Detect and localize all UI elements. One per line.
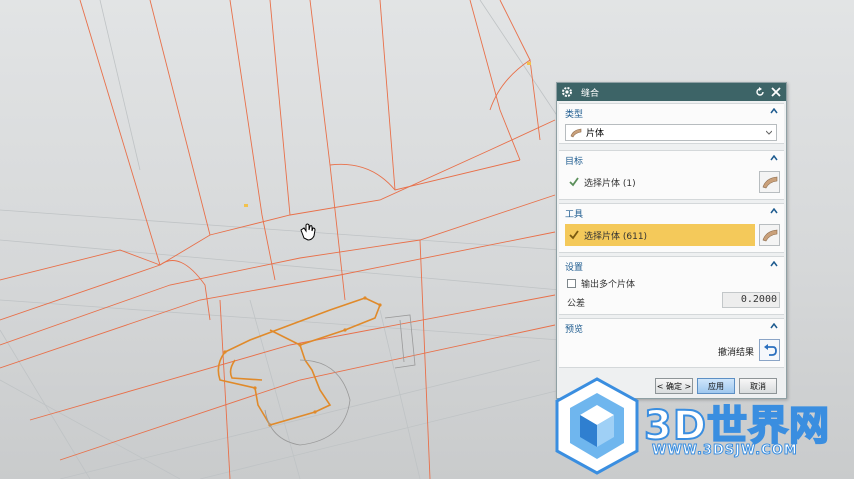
sheet-body-icon <box>762 176 777 189</box>
chevron-up-icon <box>770 323 778 329</box>
close-button[interactable] <box>770 85 782 98</box>
tool-pick-button[interactable] <box>759 224 780 246</box>
group-preview-header[interactable]: 预览 <box>559 319 784 337</box>
target-select-label: 选择片体 (1) <box>584 178 636 189</box>
group-settings-title: 设置 <box>565 263 584 273</box>
type-select[interactable]: 片体 <box>565 124 777 141</box>
type-select-value: 片体 <box>586 129 605 139</box>
check-icon <box>569 177 579 187</box>
gear-icon <box>562 87 572 97</box>
tolerance-label: 公差 <box>567 299 586 309</box>
group-tool: 工具 选择片体 (611) <box>559 203 784 253</box>
close-icon <box>771 86 781 97</box>
undo-icon <box>763 344 777 356</box>
undo-result-label: 撤消结果 <box>717 348 754 358</box>
reset-icon <box>756 86 764 96</box>
watermark: 3D世界网 WWW.3DSJW.COM <box>552 375 854 479</box>
group-type: 类型 片体 <box>559 103 784 144</box>
multi-sheet-label: 输出多个片体 <box>581 280 636 290</box>
group-settings-header[interactable]: 设置 <box>559 257 784 275</box>
group-preview-title: 预览 <box>565 325 584 335</box>
tool-select-label: 选择片体 (611) <box>584 231 648 242</box>
target-pick-button[interactable] <box>759 171 780 193</box>
group-type-header[interactable]: 类型 <box>559 104 784 122</box>
watermark-url: WWW.3DSJW.COM <box>652 443 798 459</box>
chevron-up-icon <box>770 208 778 214</box>
multi-sheet-checkbox-row[interactable]: 输出多个片体 <box>567 277 635 290</box>
reset-button[interactable] <box>754 85 766 98</box>
chevron-up-icon <box>770 108 778 114</box>
group-tool-header[interactable]: 工具 <box>559 204 784 222</box>
check-icon <box>569 230 579 240</box>
multi-sheet-checkbox[interactable] <box>567 279 576 288</box>
tolerance-input[interactable]: 0.2000 <box>722 292 780 308</box>
dialog-titlebar: 缝合 <box>557 83 786 101</box>
group-type-title: 类型 <box>565 110 584 120</box>
dialog-title: 缝合 <box>581 88 600 99</box>
group-target-title: 目标 <box>565 157 584 167</box>
chevron-up-icon <box>770 155 778 161</box>
hand-cursor-icon <box>300 223 316 241</box>
sheet-body-icon <box>762 229 777 242</box>
group-settings: 设置 输出多个片体 公差 0.2000 <box>559 256 784 315</box>
target-select-row[interactable]: 选择片体 (1) <box>565 171 755 193</box>
tool-select-row[interactable]: 选择片体 (611) <box>565 224 755 246</box>
3dsjw-logo-icon <box>555 377 639 475</box>
group-preview: 预览 撤消结果 <box>559 318 784 368</box>
chevron-up-icon <box>770 261 778 267</box>
group-tool-title: 工具 <box>565 210 584 220</box>
chevron-down-icon <box>766 130 772 135</box>
group-target: 目标 选择片体 (1) <box>559 150 784 200</box>
sheet-body-icon <box>570 128 582 137</box>
sew-dialog: 缝合 类型 片体 目标 选择片体 (1) 工具 选择片体 (611) 设置 输出… <box>556 82 787 399</box>
undo-result-button[interactable] <box>759 339 780 361</box>
group-target-header[interactable]: 目标 <box>559 151 784 169</box>
